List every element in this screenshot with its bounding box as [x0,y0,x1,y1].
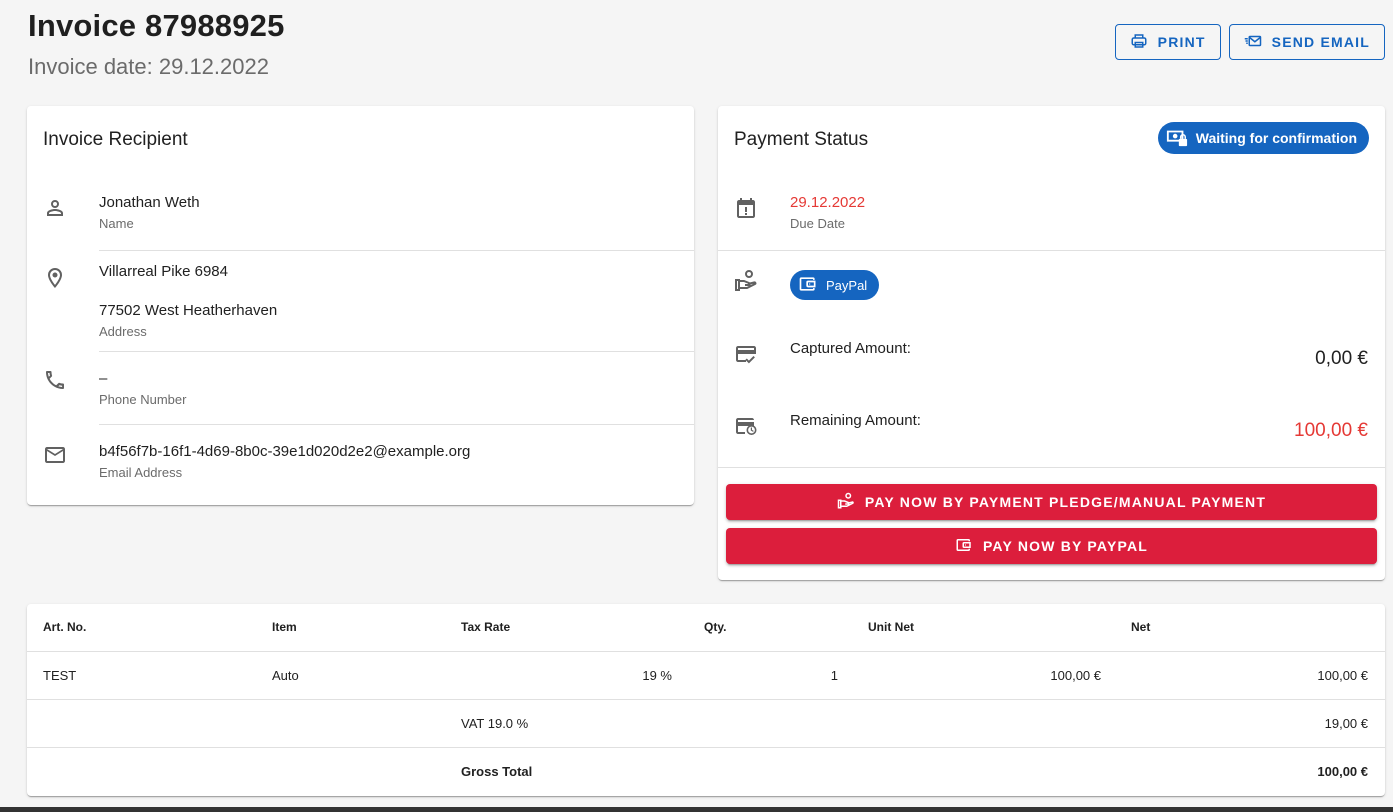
bottom-bar [0,807,1393,812]
due-date: 29.12.2022 [790,194,866,211]
print-button[interactable]: PRINT [1114,24,1221,60]
recipient-title: Invoice Recipient [43,129,188,150]
email-label: Email Address [99,465,183,480]
gross-total-row: Gross Total 100,00 € [27,747,1385,795]
gross-total-amount: 100,00 € [1317,763,1368,779]
page-title: Invoice 87988925 [28,8,285,43]
hand-coin-icon [837,492,855,513]
captured-label: Captured Amount: [790,340,911,357]
cell-tax-rate: 19 % [461,651,672,700]
hand-coin-icon [734,269,758,293]
header-net: Net [1101,604,1385,652]
location-pin-icon [43,266,67,290]
recipient-phone: – [99,370,108,387]
calendar-alert-icon [734,196,758,220]
invoice-items-table: Art. No. Item Tax Rate Qty. Unit Net Net… [27,604,1385,795]
credit-card-clock-icon [734,414,758,438]
cell-art-no: TEST [27,651,272,700]
header-qty: Qty. [672,604,838,652]
invoice-date: Invoice date: 29.12.2022 [28,54,269,79]
phone-label: Phone Number [99,392,187,407]
mail-icon [43,443,67,467]
money-lock-icon [1166,126,1188,151]
recipient-email: b4f56f7b-16f1-4d69-8b0c-39e1d020d2e2@exa… [99,443,471,460]
table-row: TEST Auto 19 % 1 100,00 € 100,00 € [27,651,1385,700]
payment-title: Payment Status [734,129,869,150]
send-email-button[interactable]: SEND EMAIL [1228,24,1385,60]
due-date-label: Due Date [790,216,845,231]
recipient-name: Jonathan Weth [99,194,200,211]
cell-unit-net: 100,00 € [838,651,1101,700]
invoice-recipient-card: Invoice Recipient Jonathan Weth Name Vil… [27,106,694,505]
status-text: Waiting for confirmation [1195,130,1357,146]
status-badge: Waiting for confirmation [1157,122,1369,154]
print-label: PRINT [1157,34,1206,50]
pay-manual-label: PAY NOW BY PAYMENT PLEDGE/MANUAL PAYMENT [864,494,1267,510]
invoice-items-table-card: Art. No. Item Tax Rate Qty. Unit Net Net… [27,604,1385,796]
send-email-label: SEND EMAIL [1271,34,1370,50]
recipient-name-label: Name [99,216,134,231]
table-header-row: Art. No. Item Tax Rate Qty. Unit Net Net [27,604,1385,652]
cell-net: 100,00 € [1101,651,1385,700]
pay-paypal-label: PAY NOW BY PAYPAL [982,538,1149,554]
address-line-1: Villarreal Pike 6984 [99,263,228,280]
divider [718,467,1385,468]
pay-manual-button[interactable]: PAY NOW BY PAYMENT PLEDGE/MANUAL PAYMENT [726,484,1377,520]
payment-method-label: PayPal [826,277,868,293]
header-item: Item [272,604,461,652]
divider [99,351,694,352]
paypal-chip: PayPal [790,270,880,300]
header-tax-rate: Tax Rate [461,604,672,652]
remaining-amount: 100,00 € [1294,420,1368,441]
pay-paypal-button[interactable]: PAY NOW BY PAYPAL [726,528,1377,564]
send-email-icon [1244,32,1262,53]
page-header: Invoice 87988925 Invoice date: 29.12.202… [28,8,285,80]
cell-item: Auto [272,651,461,700]
captured-amount: 0,00 € [1315,348,1368,369]
phone-icon [43,368,67,392]
divider [99,424,694,425]
gross-total-label: Gross Total [461,763,533,779]
printer-icon [1130,32,1148,53]
credit-card-check-icon [734,342,758,366]
vat-label: VAT 19.0 % [461,699,672,748]
vat-row: VAT 19.0 % 19,00 € [27,699,1385,748]
cell-qty: 1 [672,651,838,700]
header-unit-net: Unit Net [838,604,1101,652]
divider [99,250,694,251]
wallet-icon [955,536,973,557]
address-label: Address [99,324,147,339]
wallet-icon [798,274,818,297]
header-actions: PRINT SEND EMAIL [1114,24,1385,60]
address-line-2: 77502 West Heatherhaven [99,302,278,319]
payment-status-card: Payment Status Waiting for confirmation … [718,106,1385,580]
vat-amount: 19,00 € [1101,699,1385,748]
person-icon [43,196,67,220]
divider [718,250,1385,251]
header-art-no: Art. No. [27,604,272,652]
